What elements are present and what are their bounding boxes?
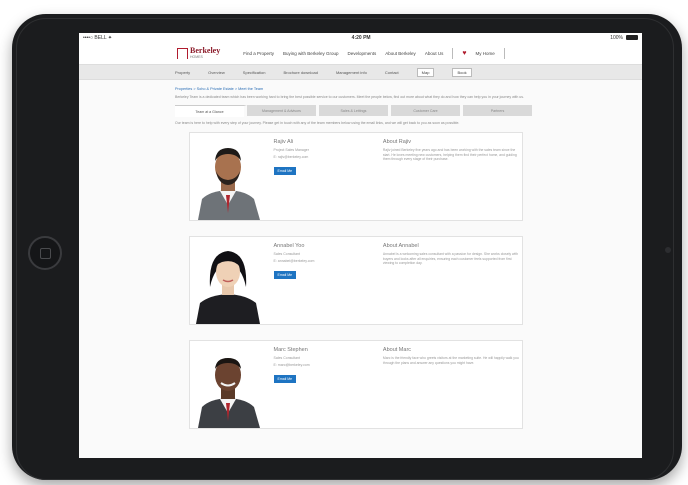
page-content: Properties > Soho & Private Estate > Mee… [79, 80, 535, 429]
about-title: About Annabel [382, 243, 419, 249]
brand-sub: HOMES [190, 55, 203, 59]
screen: ••••○ BELL ✦ 4:20 PM 100% Berkeley HOMES… [79, 33, 642, 458]
heart-icon[interactable]: ♥ [462, 50, 466, 57]
subnav-overview[interactable]: Overview [208, 70, 225, 75]
brand-logo[interactable]: Berkeley HOMES [177, 47, 220, 59]
profile-role: Project Sales Manager [273, 148, 309, 152]
top-navigation: Berkeley HOMES Find a Property Buying wi… [79, 42, 642, 64]
profile-card: Rajiv Ali Project Sales Manager E: rajiv… [189, 132, 523, 221]
profile-info: Marc Stephen Sales Consultant E: marc@be… [266, 341, 367, 428]
profile-about: About Marc Marc is the friendly face who… [367, 341, 522, 428]
map-button[interactable]: Map [416, 67, 435, 77]
about-text: Annabel is a welcoming sales consultant … [382, 252, 519, 266]
profile-name: Marc Stephen [273, 347, 308, 353]
nav-item-buying[interactable]: Buying with Berkeley Group [283, 51, 339, 56]
tab-customer-care[interactable]: Customer Care [391, 105, 463, 116]
nav-item-about-us[interactable]: About Us [425, 51, 444, 56]
tab-description: Our team is here to help with every step… [175, 121, 460, 125]
profile-photo [190, 341, 266, 428]
about-text: Rajiv joined Berkeley five years ago and… [382, 148, 517, 162]
profile-info: Annabel Yoo Sales Consultant E: annabel@… [266, 237, 367, 324]
battery-label: 100% [610, 34, 623, 41]
profile-about: About Annabel Annabel is a welcoming sal… [367, 237, 522, 324]
profile-photo [190, 237, 266, 324]
house-icon [177, 47, 188, 59]
profile-about: About Rajiv Rajiv joined Berkeley five y… [367, 133, 522, 220]
about-title: About Rajiv [382, 139, 412, 145]
email-me-button[interactable]: Email Me [273, 271, 297, 279]
email-me-button[interactable]: Email Me [273, 375, 297, 383]
profile-name: Annabel Yoo [273, 243, 305, 249]
camera-icon [665, 247, 671, 253]
subnav-property[interactable]: Property [175, 70, 190, 75]
nav-item-developments[interactable]: Developments [348, 51, 377, 56]
home-button[interactable] [28, 236, 62, 270]
carrier-label: ••••○ BELL ✦ [83, 34, 113, 41]
profile-name: Rajiv Ali [273, 139, 294, 145]
book-button[interactable]: Book [452, 67, 472, 77]
email-me-button[interactable]: Email Me [273, 167, 297, 175]
brand-name: Berkeley [190, 46, 221, 55]
profile-email[interactable]: E: rajiv@berkeley.com [274, 155, 367, 159]
subnav-specification[interactable]: Specification [243, 70, 266, 75]
profile-photo [190, 133, 266, 220]
secondary-navigation: Property Overview Specification Brochure… [79, 64, 642, 80]
nav-divider [503, 47, 505, 59]
tab-team-at-a-glance[interactable]: Team at a Glance [175, 105, 247, 117]
tab-partners[interactable]: Partners [463, 105, 535, 116]
breadcrumb[interactable]: Properties > Soho & Private Estate > Mee… [175, 87, 535, 91]
profile-card: Annabel Yoo Sales Consultant E: annabel@… [189, 236, 523, 325]
about-text: Marc is the friendly face who greets vis… [382, 356, 519, 365]
profile-info: Rajiv Ali Project Sales Manager E: rajiv… [266, 133, 367, 220]
profile-role: Sales Consultant [273, 356, 300, 360]
status-right: 100% [610, 35, 638, 41]
clock: 4:20 PM [351, 34, 371, 41]
nav-item-find-property[interactable]: Find a Property [243, 51, 274, 56]
tab-management[interactable]: Management & Advisors [247, 105, 319, 116]
team-tabs: Team at a Glance Management & Advisors S… [175, 105, 535, 117]
home-button-icon [40, 248, 51, 259]
battery-icon [626, 35, 638, 40]
subnav-management[interactable]: Management info [336, 70, 367, 75]
tab-sales[interactable]: Sales & Lettings [319, 105, 391, 116]
status-bar: ••••○ BELL ✦ 4:20 PM 100% [79, 33, 642, 42]
profile-card: Marc Stephen Sales Consultant E: marc@be… [189, 340, 523, 429]
subnav-brochure[interactable]: Brochure download [283, 70, 317, 75]
nav-divider [452, 47, 454, 59]
about-title: About Marc [382, 347, 412, 353]
nav-item-about-berkeley[interactable]: About Berkeley [385, 51, 416, 56]
profile-email[interactable]: E: annabel@berkeley.com [274, 259, 367, 263]
subnav-contact[interactable]: Contact [385, 70, 399, 75]
profile-role: Sales Consultant [273, 252, 300, 256]
profile-email[interactable]: E: marc@berkeley.com [274, 363, 367, 367]
my-home-link[interactable]: My Home [475, 51, 494, 56]
intro-text: Berkeley Team is a dedicated team which … [175, 95, 524, 99]
